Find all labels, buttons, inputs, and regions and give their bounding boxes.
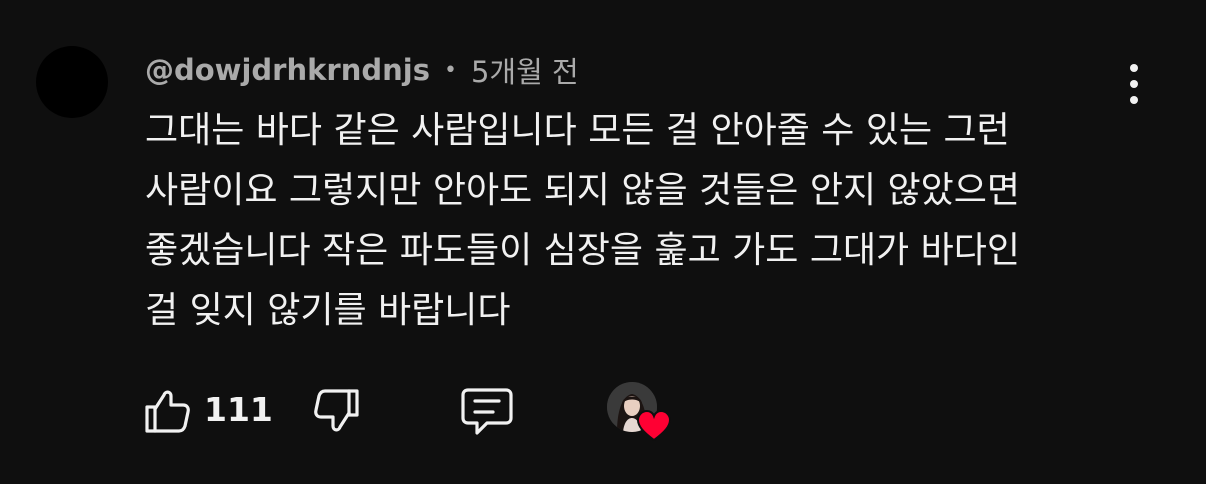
comment-line: 좋겠습니다 작은 파도들이 심장을 훑고 가도 그대가 바다인 [145, 230, 1020, 271]
author-handle[interactable]: @dowjdrhkrndnjs [145, 53, 430, 87]
comment-actions: 111 [0, 380, 1206, 442]
like-count: 111 [204, 390, 273, 429]
like-button[interactable] [142, 386, 192, 436]
meta-separator: • [443, 57, 457, 83]
reply-button[interactable] [460, 386, 514, 438]
thumbs-down-icon [314, 389, 359, 432]
more-dot [1130, 80, 1138, 88]
comment-line: 걸 잊지 않기를 바랍니다 [145, 290, 511, 331]
comment-text: 그대는 바다 같은 사람입니다 모든 걸 안아줄 수 있는 그런 사람이요 그렇… [145, 101, 1105, 341]
comment-timestamp[interactable]: 5개월 전 [471, 49, 579, 91]
creator-heart[interactable] [607, 382, 673, 442]
more-dot [1130, 96, 1138, 104]
comment-header: @dowjdrhkrndnjs • 5개월 전 [145, 50, 579, 90]
comment-line: 그대는 바다 같은 사람입니다 모든 걸 안아줄 수 있는 그런 [145, 110, 1010, 151]
more-vert-icon[interactable] [1118, 60, 1150, 108]
more-dot [1130, 64, 1138, 72]
comment-icon [461, 388, 513, 435]
creator-heart-icon [637, 410, 671, 442]
comment-line: 사람이요 그렇지만 안아도 되지 않을 것들은 안지 않았으면 [145, 170, 1020, 211]
dislike-button[interactable] [312, 386, 362, 436]
thumbs-up-icon [145, 390, 190, 433]
author-avatar[interactable] [36, 46, 108, 118]
